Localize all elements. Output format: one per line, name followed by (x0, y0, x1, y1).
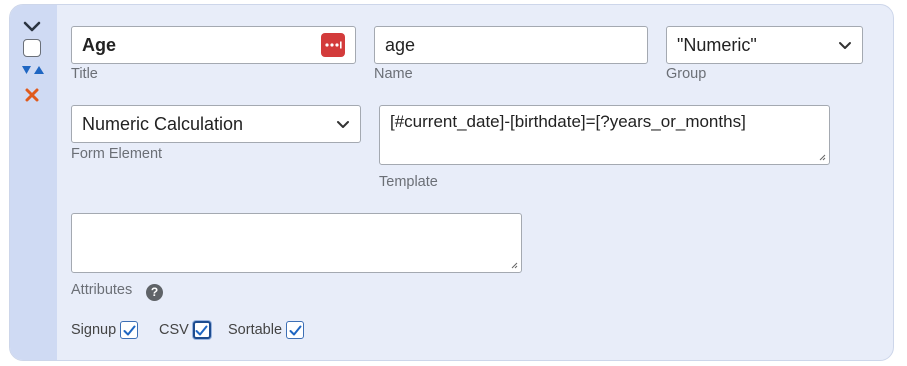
group-label: Group (666, 66, 707, 82)
form-element-select[interactable]: Numeric Calculation (71, 105, 361, 143)
delete-x-icon[interactable] (24, 87, 40, 103)
row-controls-rail (10, 5, 57, 360)
form-element-value: Numeric Calculation (82, 113, 244, 134)
name-input[interactable]: age (374, 26, 648, 64)
sort-arrows-icon[interactable] (21, 64, 45, 76)
name-value: age (385, 34, 416, 55)
template-value: [#current_date]-[birthdate]=[?years_or_m… (390, 112, 746, 131)
row-select-checkbox[interactable] (23, 39, 41, 57)
attributes-textarea[interactable] (71, 213, 522, 273)
group-value: "Numeric" (677, 34, 757, 55)
field-row-panel: Age Title age Name "Numeric" Group Numer… (9, 4, 894, 361)
resize-grip-icon[interactable] (511, 262, 518, 269)
csv-option[interactable]: CSV (159, 321, 211, 339)
name-label: Name (374, 66, 413, 82)
template-label: Template (379, 174, 438, 190)
csv-label: CSV (159, 322, 189, 338)
signup-option[interactable]: Signup (71, 321, 139, 339)
sortable-label: Sortable (228, 322, 283, 338)
sortable-checkbox[interactable] (286, 321, 305, 339)
resize-grip-icon[interactable] (819, 154, 826, 161)
collapse-chevron-icon[interactable] (23, 21, 41, 33)
title-value: Age (82, 34, 117, 55)
help-icon[interactable]: ? (146, 284, 163, 301)
title-input[interactable]: Age (71, 26, 356, 64)
signup-label: Signup (71, 322, 117, 338)
form-element-label: Form Element (71, 146, 163, 162)
password-manager-icon[interactable] (321, 33, 345, 57)
group-select[interactable]: "Numeric" (666, 26, 863, 64)
attributes-label: Attributes (71, 282, 133, 298)
title-label: Title (71, 66, 98, 82)
chevron-down-icon (839, 41, 851, 49)
csv-checkbox[interactable] (192, 321, 211, 339)
template-textarea[interactable]: [#current_date]-[birthdate]=[?years_or_m… (379, 105, 830, 165)
chevron-down-icon (337, 120, 349, 128)
signup-checkbox[interactable] (120, 321, 139, 339)
sortable-option[interactable]: Sortable (228, 321, 305, 339)
